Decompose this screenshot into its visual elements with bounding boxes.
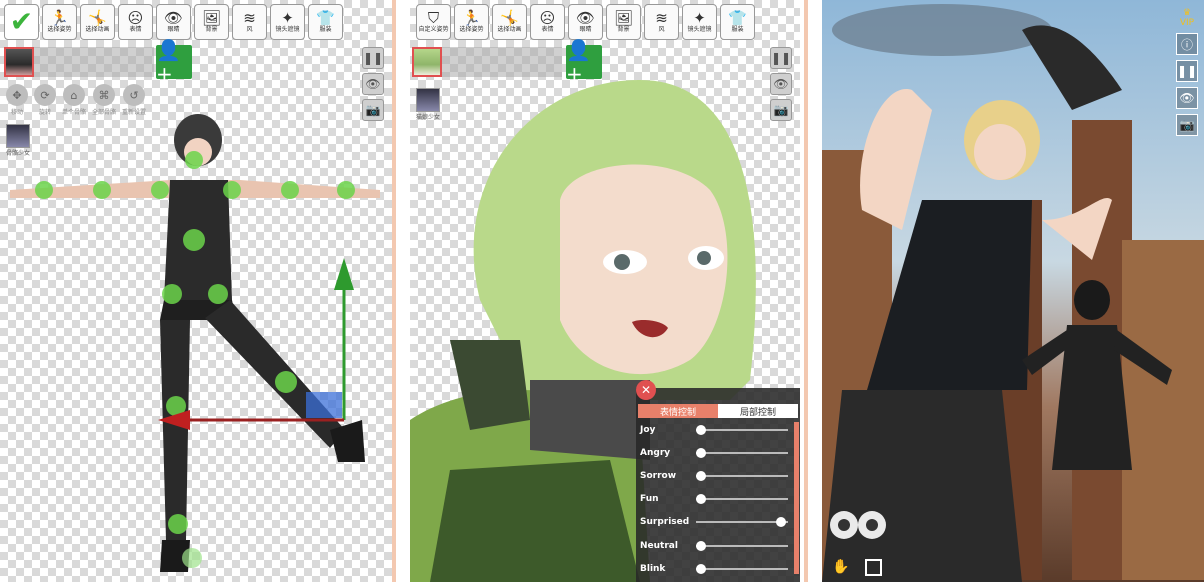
camera-button[interactable]: 📷 [1176, 114, 1198, 136]
eye-icon: 👁 [1179, 91, 1195, 105]
blink-slider-knob[interactable] [696, 564, 706, 574]
slider-row-surprised: Surprised [640, 515, 788, 529]
tab-expression-control[interactable]: 表情控制 [638, 404, 718, 418]
info-icon: ⓘ [1180, 37, 1193, 52]
scene-side-toolbar: ♛ VIP ⓘ ❚❚ 👁 📷 [1176, 8, 1198, 136]
fun-slider[interactable] [696, 494, 788, 504]
vip-badge[interactable]: ♛ VIP [1176, 8, 1198, 28]
angry-slider-knob[interactable] [696, 448, 706, 458]
slider-row-fun: Fun [640, 492, 788, 506]
slider-row-angry: Angry [640, 446, 788, 460]
close-icon: ✕ [640, 383, 652, 397]
joy-slider-knob[interactable] [696, 425, 706, 435]
info-button[interactable]: ⓘ [1176, 33, 1198, 55]
expression-tabs: 表情控制 局部控制 [638, 404, 798, 418]
panel-divider [804, 0, 808, 582]
pause-icon: ❚❚ [1176, 64, 1198, 78]
blink-slider[interactable] [696, 564, 788, 574]
neutral-slider-knob[interactable] [696, 541, 706, 551]
expression-control-panel: ✕ 表情控制 局部控制 Joy Angry Sorrow Fun Surpris… [636, 380, 800, 582]
joy-slider[interactable] [696, 425, 788, 435]
slider-row-joy: Joy [640, 423, 788, 437]
hand-icon: ✋ [832, 559, 850, 575]
hand-button[interactable]: ✋ [832, 559, 849, 576]
panel-scrollbar[interactable] [794, 422, 799, 574]
stop-button[interactable] [865, 559, 883, 576]
slider-row-sorrow: Sorrow [640, 469, 788, 483]
pose-editor-panel-2: ⛉ 自定义姿势 🏃 选择姿势 🤸 选择动画 ☹ 表情 👁 眼睛 🖼 背景 ≋ 风 ✦ 镜头遮镜 … [410, 0, 800, 582]
scene-viewport[interactable] [822, 0, 1204, 582]
slider-row-neutral: Neutral [640, 539, 788, 553]
neutral-slider[interactable] [696, 541, 788, 551]
scene-preview-panel: ♛ VIP ⓘ ❚❚ 👁 📷 ✋ [822, 0, 1204, 582]
surprised-slider[interactable] [696, 517, 788, 527]
close-button[interactable]: ✕ [636, 380, 656, 400]
bottom-toolbar: ✋ [832, 559, 883, 576]
fun-slider-knob[interactable] [696, 494, 706, 504]
sorrow-slider-knob[interactable] [696, 471, 706, 481]
angry-slider[interactable] [696, 448, 788, 458]
slider-row-blink: Blink [640, 562, 788, 576]
panel-divider [392, 0, 396, 582]
character-model-viewport[interactable] [0, 0, 392, 582]
camera-icon: 📷 [1179, 118, 1195, 132]
pause-button[interactable]: ❚❚ [1176, 60, 1198, 82]
pose-editor-panel-1: ✔ 🏃 选择姿势 🤸 选择动画 ☹ 表情 👁 眼睛 🖼 背景 ≋ 风 ✦ 镜头遮镜 👕 服装 👤… [0, 0, 392, 582]
posed-character [10, 114, 380, 572]
sorrow-slider[interactable] [696, 471, 788, 481]
surprised-slider-knob[interactable] [775, 517, 786, 527]
tab-local-control[interactable]: 局部控制 [718, 404, 798, 418]
visibility-button[interactable]: 👁 [1176, 87, 1198, 109]
crown-icon: ♛ [1182, 8, 1192, 18]
